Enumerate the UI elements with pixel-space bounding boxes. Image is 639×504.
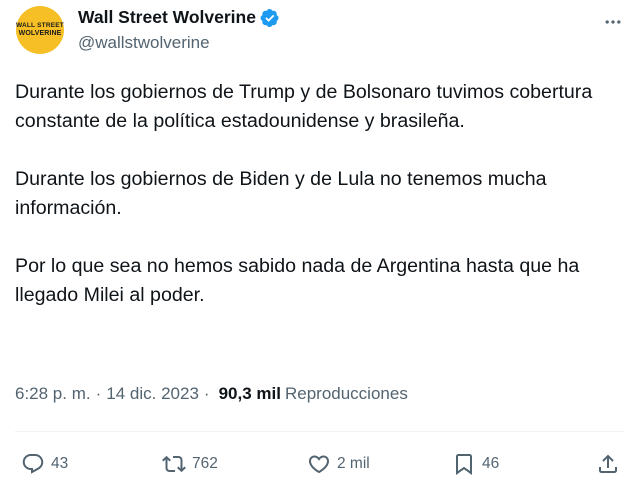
meta-separator: ·: [95, 384, 102, 403]
more-icon: [605, 20, 621, 24]
reply-button[interactable]: 43: [21, 446, 68, 482]
like-count: 2 mil: [337, 455, 370, 472]
divider: [15, 431, 624, 432]
author-handle[interactable]: @wallstwolverine: [78, 33, 210, 53]
author-display-name[interactable]: Wall Street Wolverine: [78, 7, 256, 28]
avatar[interactable]: WALL STREET WOLVERINE: [16, 6, 64, 54]
bookmark-icon: [456, 454, 472, 475]
tweet-time[interactable]: 6:28 p. m.: [15, 384, 91, 404]
more-options-button[interactable]: [601, 10, 625, 34]
retweet-button[interactable]: 762: [162, 446, 218, 482]
share-icon: [599, 454, 617, 473]
views-label: Reproducciones: [284, 384, 408, 403]
retweet-icon: [162, 455, 186, 473]
tweet-paragraph: Durante los gobiernos de Trump y de Bols…: [15, 81, 593, 132]
avatar-text-line1: WALL STREET: [16, 21, 64, 29]
tweet-text: Durante los gobiernos de Trump y de Bols…: [15, 78, 630, 339]
like-icon: [308, 455, 330, 474]
tweet-paragraph: Durante los gobiernos de Biden y de Lula…: [15, 168, 547, 219]
like-button[interactable]: 2 mil: [307, 446, 370, 482]
verified-badge-icon[interactable]: [260, 8, 280, 28]
tweet-date[interactable]: 14 dic. 2023: [106, 384, 199, 404]
views-count: 90,3 mil: [218, 384, 281, 403]
reply-count: 43: [51, 455, 69, 472]
avatar-text-line2: WOLVERINE: [18, 30, 62, 38]
retweet-count: 762: [192, 455, 218, 472]
share-button[interactable]: [596, 446, 620, 482]
action-bar: 43 762 2 mil 46: [0, 446, 639, 482]
author-name-row: Wall Street Wolverine: [78, 7, 280, 28]
tweet-paragraph: Por lo que sea no hemos sabido nada de A…: [15, 255, 580, 306]
tweet-meta: 6:28 p. m. · 14 dic. 2023 · 90,3 mil Rep…: [15, 384, 408, 404]
bookmark-count: 46: [482, 455, 500, 472]
reply-icon: [22, 454, 44, 474]
meta-separator: ·: [203, 384, 210, 403]
bookmark-button[interactable]: 46: [452, 446, 499, 482]
